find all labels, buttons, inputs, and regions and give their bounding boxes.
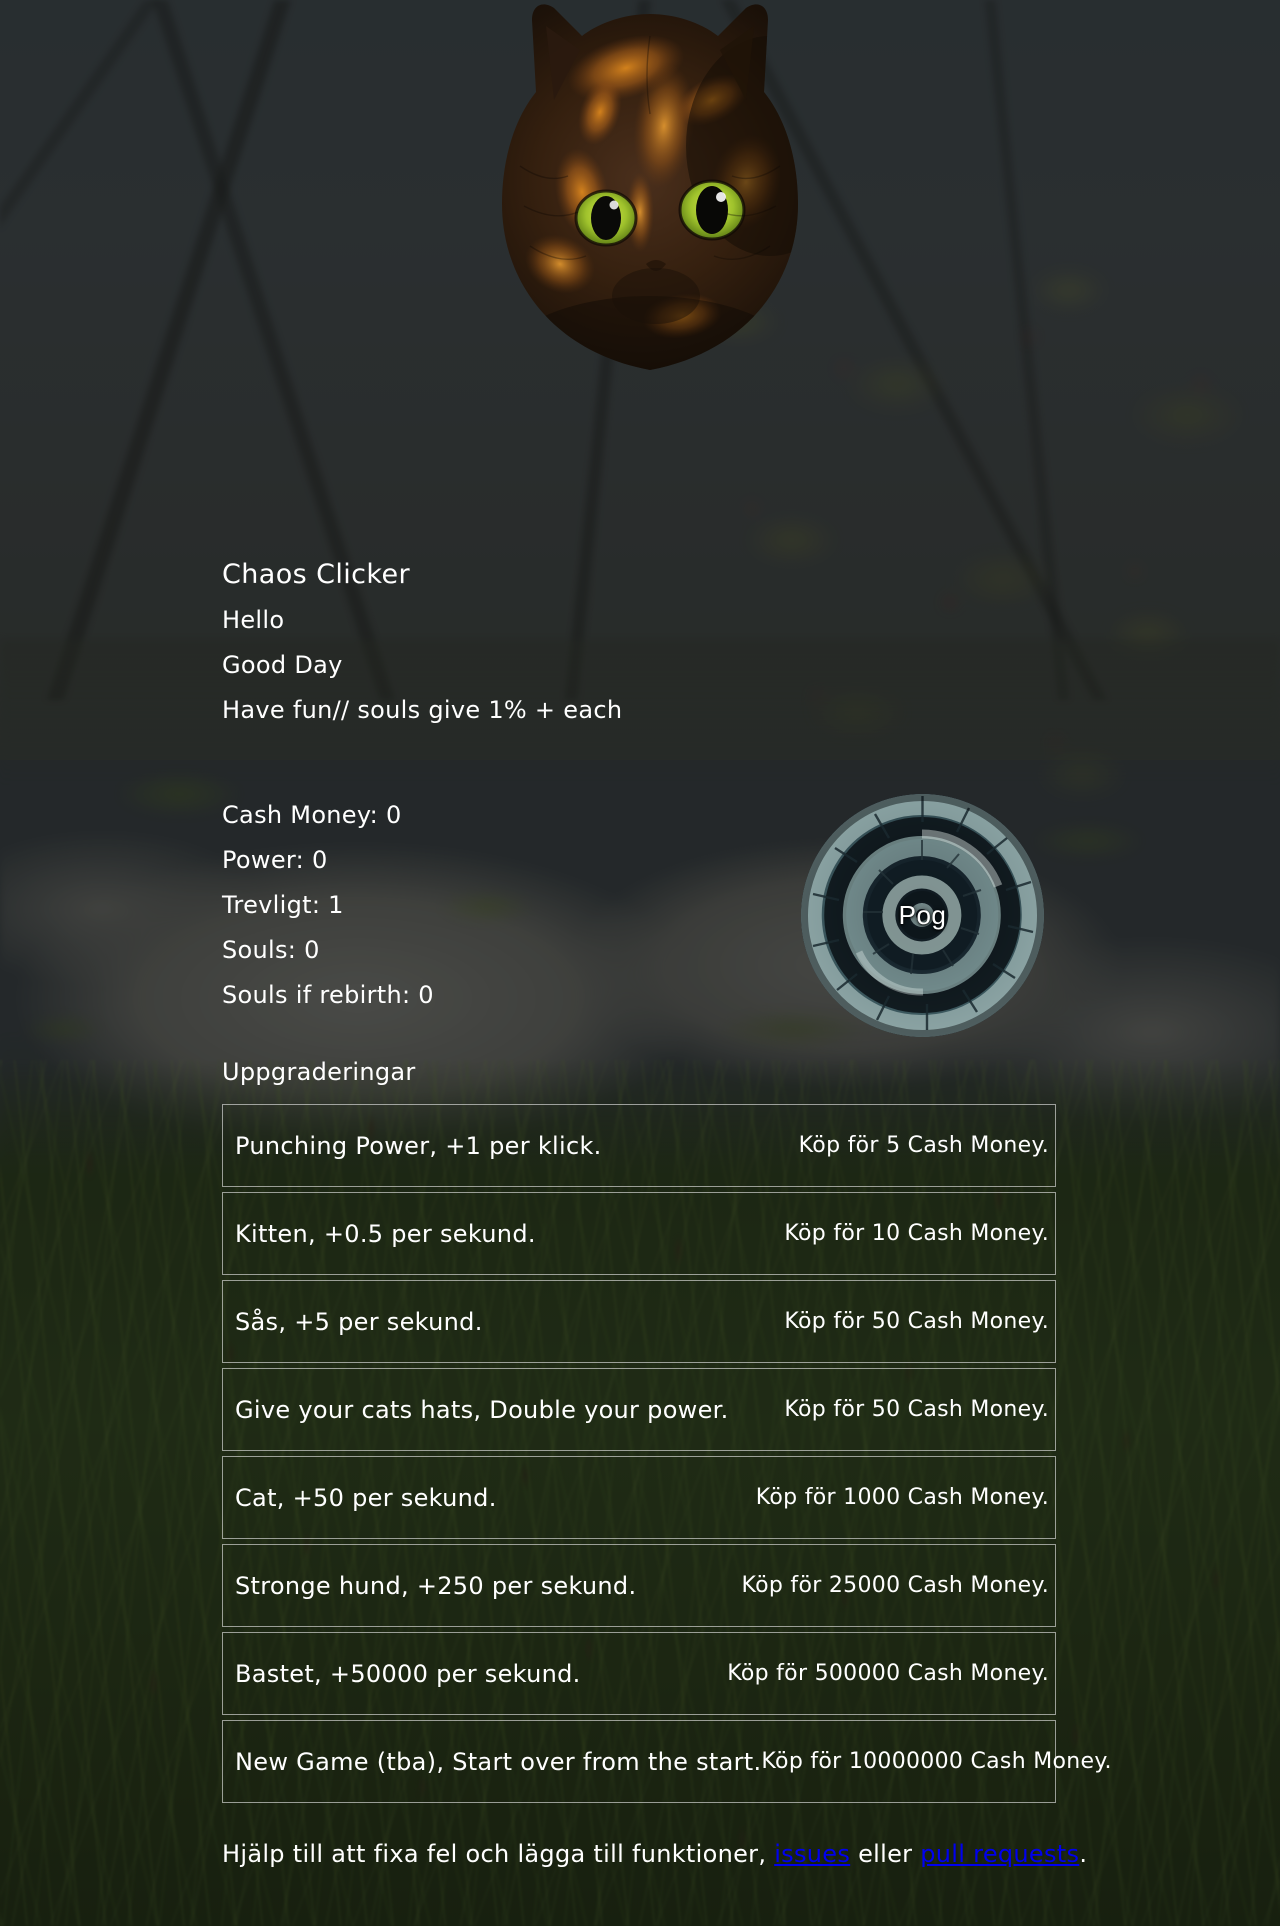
- pull-requests-link[interactable]: pull requests: [920, 1840, 1079, 1868]
- pog-clicker-button[interactable]: Pog: [801, 794, 1044, 1037]
- upgrade-name: New Game (tba), Start over from the star…: [235, 1747, 762, 1776]
- stat-trevligt: Trevligt: 1: [222, 891, 344, 919]
- intro-line-2: Good Day: [222, 651, 343, 679]
- intro-line-3: Have fun// souls give 1% + each: [222, 696, 623, 724]
- upgrade-row: New Game (tba), Start over from the star…: [222, 1720, 1112, 1803]
- stat-souls: Souls: 0: [222, 936, 320, 964]
- upgrades-heading: Uppgraderingar: [222, 1058, 416, 1086]
- footer-text-middle: eller: [850, 1840, 921, 1868]
- page-title: Chaos Clicker: [222, 559, 410, 590]
- upgrade-row: Sås, +5 per sekund. Köp för 50 Cash Mone…: [222, 1280, 1056, 1363]
- buy-button[interactable]: Köp för 50 Cash Money.: [784, 1397, 1055, 1422]
- stat-cash-money: Cash Money: 0: [222, 801, 402, 829]
- buy-button[interactable]: Köp för 1000 Cash Money.: [756, 1485, 1055, 1510]
- spiral-staircase-icon: [801, 794, 1044, 1037]
- intro-line-1: Hello: [222, 606, 285, 634]
- upgrade-name: Stronge hund, +250 per sekund.: [235, 1571, 637, 1600]
- stat-power: Power: 0: [222, 846, 328, 874]
- upgrade-name: Bastet, +50000 per sekund.: [235, 1659, 581, 1688]
- footer: Hjälp till att fixa fel och lägga till f…: [222, 1840, 1087, 1868]
- upgrades-list: Punching Power, +1 per klick. Köp för 5 …: [222, 1104, 1112, 1808]
- upgrade-name: Give your cats hats, Double your power.: [235, 1395, 729, 1424]
- footer-text-before: Hjälp till att fixa fel och lägga till f…: [222, 1840, 775, 1868]
- issues-link[interactable]: issues: [774, 1840, 850, 1868]
- upgrade-name: Cat, +50 per sekund.: [235, 1483, 497, 1512]
- buy-button[interactable]: Köp för 25000 Cash Money.: [741, 1573, 1055, 1598]
- upgrade-name: Kitten, +0.5 per sekund.: [235, 1219, 536, 1248]
- upgrade-row: Give your cats hats, Double your power. …: [222, 1368, 1056, 1451]
- game-page: Chaos Clicker Hello Good Day Have fun// …: [0, 0, 1280, 1926]
- upgrade-row: Punching Power, +1 per klick. Köp för 5 …: [222, 1104, 1056, 1187]
- upgrade-row: Bastet, +50000 per sekund. Köp för 50000…: [222, 1632, 1056, 1715]
- cat-head-image: [450, 0, 850, 396]
- upgrade-name: Sås, +5 per sekund.: [235, 1307, 483, 1336]
- buy-button[interactable]: Köp för 10 Cash Money.: [784, 1221, 1055, 1246]
- buy-button[interactable]: Köp för 50 Cash Money.: [784, 1309, 1055, 1334]
- upgrade-name: Punching Power, +1 per klick.: [235, 1131, 602, 1160]
- buy-button[interactable]: Köp för 10000000 Cash Money.: [761, 1749, 1117, 1774]
- upgrade-row: Kitten, +0.5 per sekund. Köp för 10 Cash…: [222, 1192, 1056, 1275]
- stat-souls-if-rebirth: Souls if rebirth: 0: [222, 981, 434, 1009]
- footer-text-after: .: [1079, 1840, 1088, 1868]
- intro-block: Chaos Clicker Hello Good Day Have fun// …: [222, 552, 982, 733]
- buy-button[interactable]: Köp för 500000 Cash Money.: [727, 1661, 1055, 1686]
- stats-block: Cash Money: 0 Power: 0 Trevligt: 1 Souls…: [222, 793, 822, 1018]
- buy-button[interactable]: Köp för 5 Cash Money.: [799, 1133, 1055, 1158]
- upgrade-row: Cat, +50 per sekund. Köp för 1000 Cash M…: [222, 1456, 1056, 1539]
- upgrade-row: Stronge hund, +250 per sekund. Köp för 2…: [222, 1544, 1056, 1627]
